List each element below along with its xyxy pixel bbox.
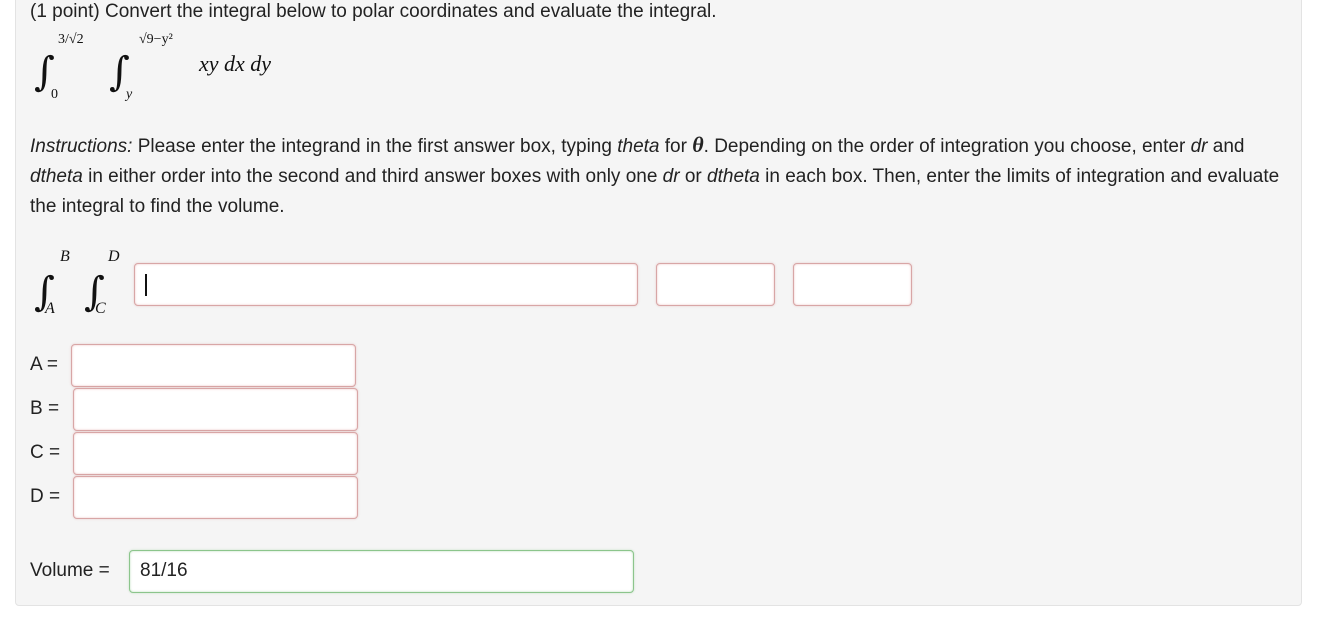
differential-2-input[interactable] (793, 263, 912, 306)
instructions-text: in either order into the second and thir… (82, 166, 663, 187)
dr-word: dr (662, 166, 680, 187)
inner-upper-limit: √9−y² (139, 32, 173, 47)
instructions-text: for (659, 136, 693, 157)
a-input[interactable] (71, 344, 356, 387)
c-input[interactable] (73, 432, 358, 475)
differential-1-input[interactable] (656, 263, 775, 306)
inner-integral-sign: ∫ (109, 49, 130, 95)
dr-word: dr (1190, 136, 1208, 157)
instructions-text: and (1207, 136, 1245, 157)
outer-integral-sign: ∫ (34, 49, 55, 95)
theta-word: theta (617, 136, 660, 157)
problem-title: (1 point) Convert the integral below to … (30, 1, 717, 22)
instructions-text: . Depending on the order of integration … (703, 136, 1191, 157)
theta-symbol: θ (692, 132, 704, 157)
instructions-text: Please enter the integrand in the first … (132, 136, 618, 157)
answer-inner-upper-limit: D (108, 248, 120, 265)
instructions: Instructions: Please enter the integrand… (30, 130, 1290, 222)
inner-lower-limit: y (126, 87, 133, 102)
volume-input[interactable]: 81/16 (129, 550, 634, 593)
volume-label: Volume = (30, 560, 110, 581)
answer-inner-lower-limit: C (95, 300, 106, 317)
text-cursor (145, 274, 147, 296)
integrand: xy dx dy (199, 51, 272, 76)
integrand-input[interactable] (134, 263, 638, 306)
d-input[interactable] (73, 476, 358, 519)
answer-outer-upper-limit: B (60, 248, 70, 265)
b-label: B = (30, 398, 60, 419)
a-label: A = (30, 354, 58, 375)
instructions-text: or (679, 166, 708, 187)
outer-lower-limit: 0 (51, 87, 58, 102)
instructions-lead: Instructions: (30, 136, 133, 157)
c-label: C = (30, 442, 61, 463)
answer-outer-lower-limit: A (45, 300, 55, 317)
b-input[interactable] (73, 388, 358, 431)
d-label: D = (30, 486, 61, 507)
dtheta-word: dtheta (707, 166, 760, 187)
dtheta-word: dtheta (30, 166, 83, 187)
outer-upper-limit: 3/√2 (58, 32, 84, 47)
